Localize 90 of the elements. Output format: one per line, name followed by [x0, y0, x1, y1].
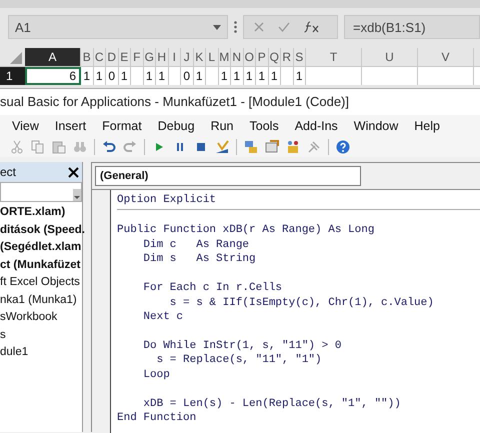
tree-item[interactable]: nka1 (Munka1): [0, 292, 82, 309]
cell-value: 1: [118, 67, 131, 85]
column-header[interactable]: E: [118, 48, 131, 66]
menu-item[interactable]: Run: [210, 119, 234, 133]
code-line: s = s & IIf(IsEmpty(c), Chr(1), c.Value): [168, 296, 435, 310]
code-line: For Each c In r.Cells: [142, 281, 284, 296]
tree-item[interactable]: (Segédlet.xlam: [0, 239, 82, 256]
undo-icon[interactable]: [102, 140, 116, 154]
cell-value: 1: [294, 67, 306, 85]
column-header[interactable]: F: [131, 48, 144, 66]
column-header[interactable]: M: [218, 48, 231, 66]
cell-value: 0: [106, 67, 118, 85]
tree-item[interactable]: s: [0, 326, 82, 344]
cell-value: 1: [156, 67, 168, 85]
column-header[interactable]: S: [294, 48, 306, 66]
cell-value: 1: [256, 67, 268, 85]
menu-item[interactable]: Format: [102, 119, 142, 133]
column-header[interactable]: H: [156, 48, 168, 66]
redo-icon[interactable]: [123, 140, 137, 154]
help-icon[interactable]: [336, 140, 350, 154]
column-header[interactable]: G: [144, 48, 156, 66]
column-header[interactable]: I: [168, 48, 181, 66]
code-line: Public Function xDB(r As Range) As Long: [117, 223, 376, 238]
cut-icon[interactable]: [10, 140, 24, 154]
code-line: End Function: [117, 410, 198, 426]
cell-value: 1: [81, 67, 94, 85]
paste-icon[interactable]: [52, 140, 66, 154]
column-header[interactable]: R: [281, 48, 294, 66]
tree-item[interactable]: ORTE.xlam): [0, 204, 82, 222]
cell-value: 0: [181, 67, 194, 85]
close-icon[interactable]: [68, 166, 79, 178]
more-options-icon[interactable]: [234, 21, 237, 33]
column-header[interactable]: O: [244, 48, 256, 66]
code-line: Next c: [142, 310, 184, 324]
tree-item[interactable]: dule1: [0, 344, 82, 362]
menu-item[interactable]: Add-Ins: [294, 119, 338, 133]
column-header[interactable]: B: [81, 48, 94, 66]
function-icon[interactable]: [304, 21, 320, 33]
column-header[interactable]: C: [94, 48, 106, 66]
cell-value: 1: [231, 67, 244, 85]
column-header[interactable]: K: [194, 48, 206, 66]
column-header[interactable]: L: [206, 48, 218, 66]
column-header[interactable]: N: [231, 48, 244, 66]
tree-item[interactable]: sWorkbook: [0, 309, 82, 326]
stop-icon[interactable]: [194, 140, 208, 154]
cell-value: 1: [244, 67, 256, 85]
project-explorer-icon[interactable]: [244, 140, 258, 154]
panel-title: ect: [0, 165, 16, 179]
code-line: Dim c As Range: [142, 238, 250, 252]
code-line: Loop: [142, 368, 171, 382]
menu-item[interactable]: Insert: [54, 119, 86, 133]
tree-item[interactable]: ditások (Speed.: [0, 222, 82, 239]
column-header[interactable]: Q: [268, 48, 281, 66]
code-line: xDB = Len(s) - Len(Replace(s, "1", "")): [142, 396, 402, 411]
code-line: Option Explicit: [117, 193, 218, 208]
dropdown-arrow-icon[interactable]: [213, 24, 221, 30]
copy-icon[interactable]: [31, 140, 45, 154]
tree-item[interactable]: ct (Munkafüzet: [0, 256, 82, 274]
cell-value: 1: [268, 67, 281, 85]
menu-item[interactable]: Window: [354, 119, 398, 133]
window-title: sual Basic for Applications - Munkafüzet1 - [Module1 (Code)]: [0, 89, 480, 115]
name-box[interactable]: A1: [8, 15, 228, 39]
code-line: s = Replace(s, "11", "1"): [156, 353, 323, 368]
cell-value: 6: [25, 67, 81, 85]
object-dropdown[interactable]: (General): [95, 166, 361, 186]
code-line: Dim s As String: [142, 252, 257, 267]
cancel-icon[interactable]: [254, 22, 264, 32]
checkmark-icon[interactable]: [278, 22, 290, 32]
menu-item[interactable]: Tools: [250, 119, 279, 133]
cell-value: 1: [218, 67, 231, 85]
tree-item[interactable]: ft Excel Objects: [0, 274, 82, 292]
toolbox-icon[interactable]: [307, 140, 321, 154]
object-browser-icon[interactable]: [286, 140, 300, 154]
column-header[interactable]: A: [25, 48, 81, 66]
name-box-value: A1: [15, 20, 31, 34]
column-header[interactable]: J: [181, 48, 194, 66]
design-ruler-icon[interactable]: [215, 140, 229, 154]
properties-icon[interactable]: [265, 140, 279, 154]
code-line: Do While InStr(1, s, "11") > 0: [142, 338, 342, 354]
row-header[interactable]: 1: [0, 67, 25, 85]
formula-field[interactable]: =xdb(B1:S1): [344, 15, 480, 39]
column-header[interactable]: D: [106, 48, 118, 66]
menu-item[interactable]: Help: [414, 119, 440, 133]
cell-value: 1: [94, 67, 106, 85]
cell-value: 1: [144, 67, 156, 85]
binoculars-icon[interactable]: [73, 140, 87, 154]
column-header[interactable]: P: [256, 48, 268, 66]
menu-item[interactable]: Debug: [158, 119, 195, 133]
menu-item[interactable]: View: [12, 119, 39, 133]
cell-value: 1: [194, 67, 206, 85]
